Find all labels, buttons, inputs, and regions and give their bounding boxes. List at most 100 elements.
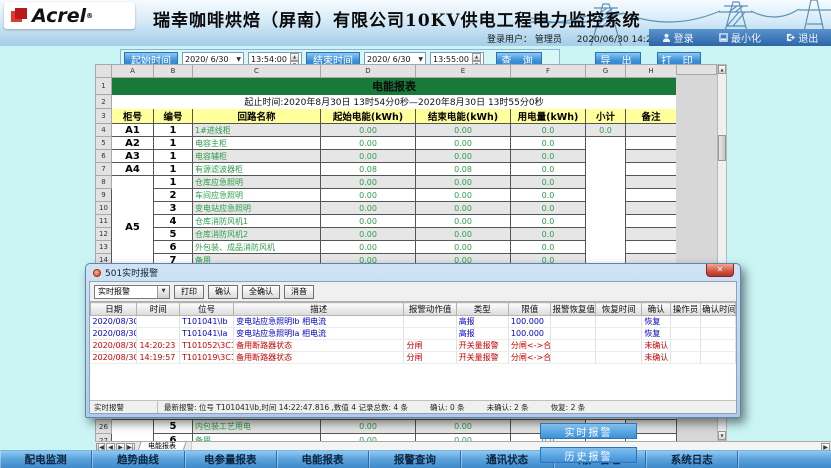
row-number[interactable]: 10 [96,202,112,215]
row-number[interactable]: 1 [96,78,112,95]
popup-title-bar[interactable]: 501实时报警 [86,264,740,281]
chevron-down-icon[interactable]: ▼ [418,56,423,63]
column-letter[interactable]: A [112,65,154,78]
table-row[interactable]: 4A111#进线柜0.000.000.00.0 [96,124,677,137]
row-number[interactable]: 5 [96,137,112,150]
start-date-value: 2020/ 6/30 [185,55,229,64]
alarm-type-select[interactable]: 实时报警 ▼ [94,285,170,299]
acrel-logo-icon [11,8,28,23]
cell-date: 2020/08/30 [91,316,137,328]
scroll-up-icon[interactable]: ▲ [718,65,726,74]
row-number[interactable]: 9 [96,189,112,202]
column-letter[interactable]: C [193,65,321,78]
cell-number: 1 [154,137,193,150]
cell-circuit-name: 仓库消防风机2 [193,228,321,241]
minimize-button[interactable]: 最小化 [719,30,761,45]
alarm-column-header[interactable]: 确认 [642,303,670,316]
cell-usage: 0.0 [511,124,586,137]
menu-item-realtime-alarm[interactable]: 实时报警 [540,423,637,439]
alarm-column-header[interactable]: 报警动作值 [404,303,456,316]
alarm-icon [93,269,101,277]
scroll-down-icon[interactable]: ▼ [718,431,726,440]
alarm-row[interactable]: 2020/08/30T101041\Ia变电站应急照明Ia 相电流高报100.0… [91,328,736,340]
exit-button[interactable]: 退出 [786,30,818,45]
nav-item-电参量报表[interactable]: 电参量报表 [185,451,277,468]
alarm-column-header[interactable]: 恢复时间 [595,303,641,316]
cell-circuit-name: 有源滤波器柜 [193,163,321,176]
nav-item-电能报表[interactable]: 电能报表 [277,451,369,468]
bottom-nav: 配电监测趋势曲线电参量报表电能报表报警查询通讯状态用户管理系统日志 [0,450,831,468]
cell-end-energy: 0.00 [416,241,511,254]
cell-ack: 未确认 [642,352,670,364]
popup-mute-button[interactable]: 消音 [284,285,314,299]
menu-item-history-alarm[interactable]: 历史报警 [540,447,637,463]
popup-ack-all-button[interactable]: 全确认 [242,285,280,299]
alarm-column-header[interactable]: 类型 [456,303,508,316]
report-time-range: 起止时间:2020年8月30日 13时54分0秒—2020年8月30日 13时5… [112,95,677,109]
row-number[interactable]: 8 [96,176,112,189]
cell-circuit-name: 仓库应急照明 [193,176,321,189]
alarm-column-header[interactable]: 操作员 [670,303,700,316]
alarm-column-header[interactable]: 确认时间 [701,303,736,316]
cell-circuit-name: 电容主柜 [193,137,321,150]
column-letter[interactable]: G [586,65,626,78]
alarm-table: 日期时间位号描述报警动作值类型限值报警恢复值恢复时间确认操作员确认时间2020/… [90,302,736,364]
scrollbar-thumb[interactable] [718,135,726,161]
nav-item-趋势曲线[interactable]: 趋势曲线 [92,451,184,468]
alarm-column-header[interactable]: 限值 [508,303,551,316]
cell-description: 备用断路器状态 [234,352,404,364]
alarm-column-header[interactable]: 报警恢复值 [551,303,596,316]
cell-usage: 0.0 [511,215,586,228]
cell-end-energy: 0.00 [416,137,511,150]
cell-recover-value [551,352,596,364]
nav-item-报警查询[interactable]: 报警查询 [369,451,461,468]
alarm-column-header[interactable]: 位号 [180,303,234,316]
cell-tag: T101052\3C1 [180,340,234,352]
chevron-down-icon[interactable]: ▼ [236,56,241,63]
alarm-column-header[interactable]: 日期 [91,303,137,316]
row-number[interactable]: 26 [96,420,112,434]
cell-action-value: 分闸 [404,340,456,352]
close-icon[interactable]: ✕ [706,264,734,277]
person-icon [662,33,671,42]
spin-up-icon[interactable]: ▲ [290,53,299,61]
status-latest-alarm: 最新报警: 位号 T101041\Ib,时间 14:22:47.816 ,数值 … [164,402,408,413]
table-row[interactable]: 5A21电容主柜0.000.000.0 [96,137,677,150]
nav-item-系统日志[interactable]: 系统日志 [646,451,738,468]
alarm-column-header[interactable]: 描述 [234,303,404,316]
login-button-label: 登录 [674,30,694,45]
row-number[interactable]: 2 [96,95,112,109]
cell-number: 1 [154,176,193,189]
popup-ack-button[interactable]: 确认 [208,285,238,299]
cell-note [626,137,677,150]
logo-text: Acrel [32,5,86,27]
column-letter[interactable]: B [154,65,193,78]
row-number[interactable]: 6 [96,150,112,163]
nav-filler [738,451,831,468]
row-number[interactable]: 13 [96,241,112,254]
column-letter[interactable]: H [626,65,677,78]
popup-status-bar: 实时报警 最新报警: 位号 T101041\Ib,时间 14:22:47.816… [90,400,736,413]
alarm-row[interactable]: 2020/08/30T101041\Ib变电站应急照明Ib 相电流高报100.0… [91,316,736,328]
column-letter[interactable]: D [321,65,416,78]
cell-cabinet: A3 [112,150,154,163]
row-number[interactable]: 3 [96,109,112,124]
cell-recover-time [595,352,641,364]
cell-note [626,124,677,137]
row-number[interactable]: 12 [96,228,112,241]
cell-action-value: 分闸 [404,352,456,364]
realtime-alarm-window: 501实时报警 ✕ 实时报警 ▼ 打印 确认 全确认 消音 日期时间位号描述报警… [85,263,741,418]
row-number[interactable]: 4 [96,124,112,137]
column-letter[interactable]: F [511,65,586,78]
spin-up-icon[interactable]: ▲ [472,53,481,61]
nav-item-配电监测[interactable]: 配电监测 [0,451,92,468]
row-number[interactable]: 11 [96,215,112,228]
cell-operator [670,328,700,340]
alarm-row[interactable]: 2020/08/3014:20:23T101052\3C1备用断路器状态分闸开关… [91,340,736,352]
alarm-row[interactable]: 2020/08/3014:19:57T101019\3C1备用断路器状态分闸开关… [91,352,736,364]
column-letter[interactable]: E [416,65,511,78]
row-number[interactable]: 7 [96,163,112,176]
alarm-column-header[interactable]: 时间 [137,303,180,316]
popup-print-button[interactable]: 打印 [174,285,204,299]
login-button[interactable]: 登录 [662,30,694,45]
